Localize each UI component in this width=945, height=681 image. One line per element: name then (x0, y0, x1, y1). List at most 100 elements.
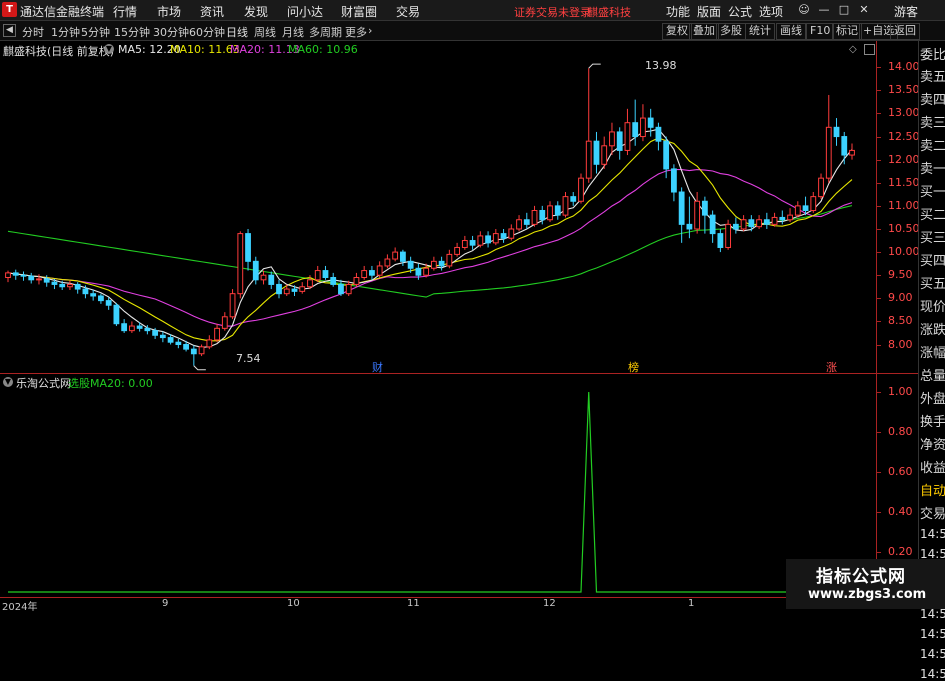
candle-body (756, 219, 762, 228)
candle-body (740, 219, 747, 230)
quote-panel: 委比 卖五 卖四 卖三 卖二 卖一 买一 买二 买三 买四 买五 现价 涨跌 涨幅 总量 外盘 换手 净资 收益 自动… (918, 41, 945, 681)
period-5min[interactable]: 5分钟 (81, 24, 110, 40)
candle-body (175, 341, 182, 346)
price-tick-mark (877, 275, 881, 277)
quote-label: 收益 (920, 461, 945, 476)
period-multi[interactable]: 多周期 (309, 24, 342, 40)
diamond-icon[interactable]: ◇ (849, 44, 857, 55)
candle-body (547, 205, 553, 221)
candle-body (415, 267, 422, 276)
duogu-button[interactable]: 多股 (716, 23, 746, 40)
collapse-left-icon[interactable]: ◀ (3, 24, 16, 37)
period-more[interactable]: 更多 (345, 24, 367, 40)
menu-jiaoyi[interactable]: 交易 (396, 3, 420, 20)
candle-body (291, 288, 298, 292)
low-price-label: 7.54 (236, 352, 261, 365)
candle-body (794, 205, 801, 216)
period-1min[interactable]: 1分钟 (51, 24, 80, 40)
candle-body (694, 200, 701, 230)
candle-body (430, 260, 437, 269)
trade-time: 14:56 (920, 667, 945, 681)
chart-options-icon[interactable]: ▼ (104, 44, 114, 54)
huaxian-button[interactable]: 画线 (776, 23, 806, 40)
menu-banmian[interactable]: 版面 (697, 3, 721, 20)
period-60min[interactable]: 60分钟 (189, 24, 225, 40)
quote-label: 交易 (920, 507, 945, 522)
price-tick-label: 11.50 (888, 175, 920, 189)
price-tick-label: 10.50 (888, 221, 920, 235)
price-tick-label: 12.50 (888, 129, 920, 143)
back-button[interactable]: 返回 (890, 23, 920, 40)
menu-gongshi[interactable]: 公式 (728, 3, 752, 20)
candle-body (51, 281, 58, 285)
indicator-chart[interactable] (0, 375, 876, 597)
candle-body (717, 233, 724, 248)
quote-label: 买二 (920, 208, 945, 223)
title-bar: T 通达信金融终端 行情 市场 资讯 发现 问小达 财富圈 交易 证券交易未登录… (0, 0, 945, 21)
user-icon[interactable]: ☺ (797, 3, 811, 17)
chart-expand-icon[interactable] (864, 44, 875, 55)
watermark-title: 指标公式网 (816, 567, 906, 587)
candle-body (98, 295, 104, 302)
candle-body (392, 251, 399, 260)
candle-body (554, 205, 561, 216)
candle-body (183, 344, 189, 350)
price-axis: 14.00 13.50 13.00 12.50 12.00 11.50 11.00 10.50… (876, 41, 920, 597)
close-icon[interactable]: ✕ (857, 3, 871, 17)
candle-body (655, 126, 662, 142)
menu-zixun[interactable]: 资讯 (200, 3, 224, 20)
candle-body (276, 283, 282, 295)
quote-label: 涨跌 (920, 323, 945, 338)
menu-xuanxiang[interactable]: 选项 (759, 3, 783, 20)
trade-time: 14:56 (920, 527, 945, 541)
login-warning[interactable]: 证券交易未登录 (514, 4, 591, 20)
price-chart[interactable] (0, 41, 876, 373)
candle-body (485, 235, 491, 244)
indicator-tick-label: 0.20 (888, 545, 913, 558)
price-tick-mark (877, 252, 881, 254)
indicator-options-icon[interactable]: ▼ (3, 377, 13, 387)
tongji-button[interactable]: 统计 (745, 23, 775, 40)
menu-faxian[interactable]: 发现 (244, 3, 268, 20)
indicator-tick-mark (877, 512, 881, 513)
menu-shichang[interactable]: 市场 (157, 3, 181, 20)
guest-label[interactable]: 游客 (894, 3, 918, 20)
candle-body (562, 196, 569, 216)
diejia-button[interactable]: 叠加 (689, 23, 719, 40)
candle-body (461, 240, 468, 248)
period-15min[interactable]: 15分钟 (114, 24, 150, 40)
menu-hangqing[interactable]: 行情 (113, 3, 137, 20)
biaoji-button[interactable]: 标记 (832, 23, 862, 40)
ma60-line (7, 205, 853, 298)
period-daily[interactable]: 日线 (226, 24, 248, 40)
candle-body (500, 233, 507, 239)
indicator-title: 乐淘公式网 (16, 377, 71, 390)
candle-body (701, 200, 708, 216)
minimize-icon[interactable]: — (817, 3, 831, 17)
maximize-icon[interactable]: □ (837, 3, 851, 17)
app-title: 通达信金融终端 (20, 5, 105, 19)
period-monthly[interactable]: 月线 (282, 24, 304, 40)
period-30min[interactable]: 30分钟 (153, 24, 189, 40)
period-weekly[interactable]: 周线 (254, 24, 276, 40)
low-pointer (193, 365, 206, 371)
candle-body (399, 251, 406, 262)
period-fenshi[interactable]: 分时 (22, 24, 44, 40)
candle-body (283, 288, 290, 295)
candle-body (59, 283, 66, 288)
menu-caifuquan[interactable]: 财富圈 (341, 3, 377, 20)
f10-button[interactable]: F10 (806, 23, 835, 40)
candle-body (624, 122, 631, 151)
menu-gongneng[interactable]: 功能 (666, 3, 690, 20)
more-chevron-icon[interactable]: › (368, 24, 372, 37)
candle-body (260, 274, 267, 281)
quote-label: 现价 (920, 300, 945, 315)
price-tick-label: 14.00 (888, 60, 920, 74)
quote-label: 卖三 (920, 116, 945, 131)
menu-wenxiaoda[interactable]: 问小达 (287, 3, 323, 20)
price-tick-label: 11.00 (888, 198, 920, 212)
candle-body (74, 283, 81, 290)
candle-body (252, 260, 259, 281)
fuquan-button[interactable]: 复权 (662, 23, 692, 40)
price-tick-mark (877, 205, 881, 207)
